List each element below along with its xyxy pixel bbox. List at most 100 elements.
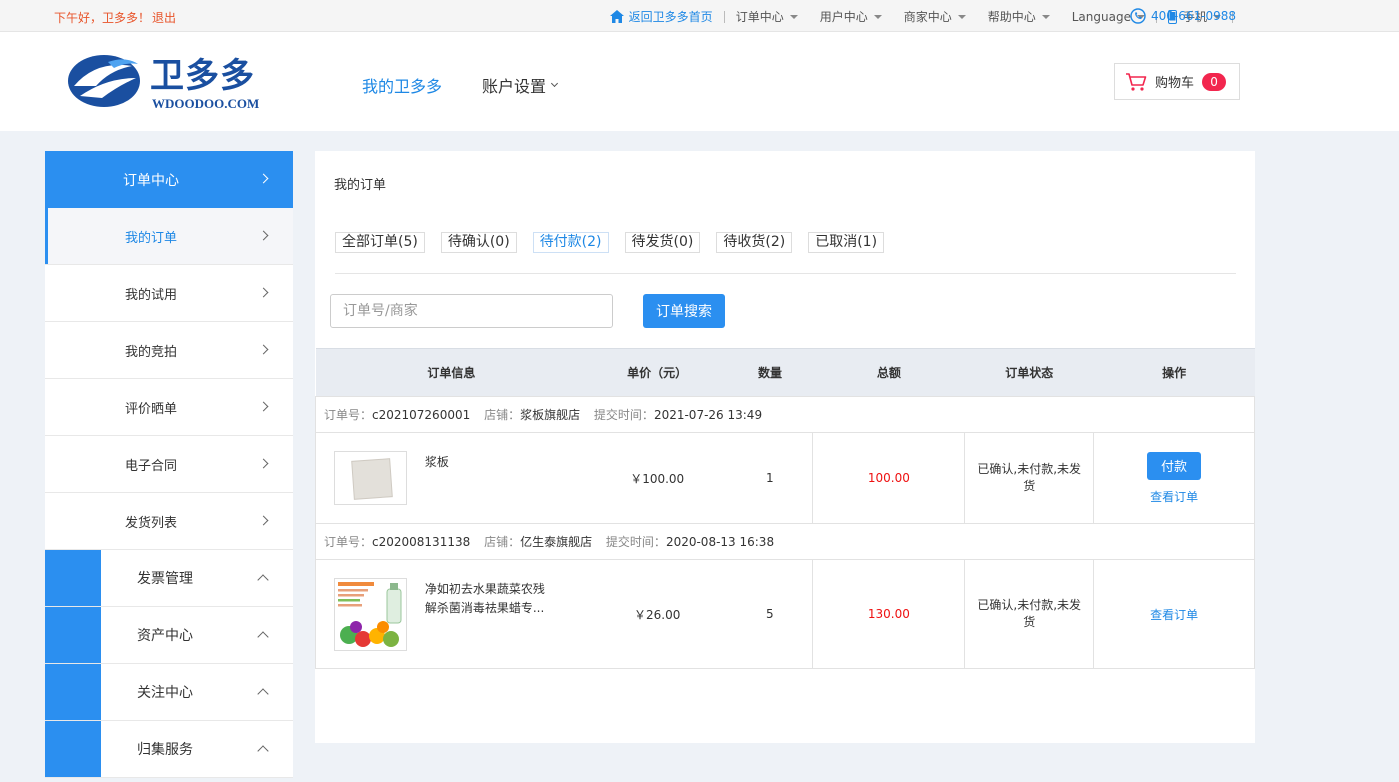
logo-site-text: WDOODOO.COM — [152, 96, 260, 111]
col-status: 订单状态 — [964, 348, 1094, 397]
sidebar-item-label: 电子合同 — [124, 458, 177, 474]
tab-all-orders[interactable]: 全部订单(5) — [335, 232, 425, 253]
topnav-label: 商家中心 — [903, 10, 952, 24]
table-row: 净如初去水果蔬菜农残解杀菌消毒祛果蜡专... ￥26.00 5 130.00 已… — [315, 559, 1255, 669]
chevron-up-icon — [257, 745, 269, 757]
sidebar-group-follows[interactable]: 关注中心 — [45, 664, 293, 721]
unit-price: ￥100.00 — [587, 432, 728, 524]
order-search-input[interactable] — [330, 294, 613, 328]
chevron-down-icon — [957, 14, 966, 19]
tab-to-receive[interactable]: 待收货(2) — [716, 232, 793, 253]
topnav-label: 订单中心 — [735, 10, 784, 24]
col-total: 总额 — [812, 348, 965, 397]
table-row: 浆板 ￥100.00 1 100.00 已确认,未付款,未发货 付款 查看订单 — [315, 432, 1255, 524]
actions-cell: 付款 查看订单 — [1093, 432, 1255, 524]
chevron-up-icon — [257, 574, 269, 586]
product-thumbnail[interactable] — [334, 451, 407, 505]
submit-time: 2020-08-13 16:38 — [665, 535, 775, 549]
group-marker — [45, 721, 101, 777]
divider — [335, 273, 1236, 274]
sidebar-item-reviews[interactable]: 评价晒单 — [45, 379, 293, 436]
sidebar-item-contracts[interactable]: 电子合同 — [45, 436, 293, 493]
top-bar: 下午好，卫多多！ 退出 返回卫多多首页 订单中心 用户中心 商家中心 帮助中心 L… — [0, 0, 1399, 32]
sidebar-item-my-orders[interactable]: 我的订单 — [45, 208, 293, 265]
chevron-right-icon — [258, 344, 269, 355]
greeting: 下午好，卫多多！ 退出 — [54, 9, 176, 26]
cart-count-badge: 0 — [1202, 72, 1227, 91]
sidebar-group-collection[interactable]: 归集服务 — [45, 721, 293, 778]
product-cell: 浆板 — [315, 432, 588, 524]
order-status-cell: 已确认,未付款,未发货 — [964, 432, 1095, 524]
chevron-right-icon — [258, 458, 269, 469]
time-label: 提交时间： — [605, 535, 666, 549]
group-marker — [45, 664, 101, 720]
product-thumbnail[interactable] — [334, 578, 407, 651]
col-quantity: 数量 — [727, 348, 813, 397]
nav-account-label: 账户设置 — [482, 77, 547, 96]
chevron-right-icon — [258, 401, 269, 412]
order-total: 100.00 — [812, 432, 966, 524]
page-title: 我的订单 — [334, 178, 387, 193]
product-image-produce-wash — [335, 579, 406, 650]
order-meta: 订单号：c202008131138 店铺：亿生泰旗舰店 提交时间：2020-08… — [315, 523, 1255, 560]
sidebar-item-label: 我的竞拍 — [124, 344, 177, 360]
topnav-user-center[interactable]: 用户中心 — [809, 8, 893, 25]
nav-my-wdoodoo[interactable]: 我的卫多多 — [362, 73, 442, 97]
col-order-info: 订单信息 — [315, 348, 588, 397]
sidebar-item-label: 我的订单 — [124, 230, 177, 246]
topnav-merchant-center[interactable]: 商家中心 — [893, 8, 977, 25]
logo-brand-text: 卫多多 — [150, 56, 255, 96]
topnav-help-center[interactable]: 帮助中心 — [977, 8, 1061, 25]
topnav-label: 帮助中心 — [987, 10, 1036, 24]
greeting-text: 下午好，卫多多！ — [54, 11, 151, 25]
sidebar-group-label: 资产中心 — [137, 628, 193, 644]
sidebar-item-label: 发货列表 — [124, 515, 177, 531]
shop-label: 店铺： — [484, 535, 521, 549]
order-no: c202107260001 — [372, 408, 471, 422]
pay-button[interactable]: 付款 — [1147, 451, 1202, 480]
service-phone: 400-661-0988 — [1130, 8, 1236, 24]
sidebar-group-assets[interactable]: 资产中心 — [45, 607, 293, 664]
sidebar-item-my-trials[interactable]: 我的试用 — [45, 265, 293, 322]
order-search-button[interactable]: 订单搜索 — [643, 294, 725, 328]
time-label: 提交时间： — [593, 408, 654, 422]
product-name[interactable]: 浆板 — [425, 453, 555, 472]
shop-label: 店铺： — [484, 408, 521, 422]
order-no-label: 订单号： — [324, 535, 373, 549]
tab-to-pay[interactable]: 待付款(2) — [532, 232, 609, 253]
cart-button[interactable]: 购物车 0 — [1114, 63, 1240, 100]
chevron-down-icon — [550, 79, 559, 87]
site-logo[interactable]: 卫多多 WDOODOO.COM — [66, 44, 276, 114]
logout-link[interactable]: 退出 — [152, 11, 176, 25]
phone-icon — [1130, 8, 1146, 24]
shop-name: 浆板旗舰店 — [520, 408, 581, 422]
unit-price: ￥26.00 — [587, 559, 728, 669]
product-name[interactable]: 净如初去水果蔬菜农残解杀菌消毒祛果蜡专... — [425, 580, 555, 618]
order-meta: 订单号：c202107260001 店铺：浆板旗舰店 提交时间：2021-07-… — [315, 396, 1255, 433]
sidebar-item-my-auctions[interactable]: 我的竞拍 — [45, 322, 293, 379]
actions-cell: 查看订单 — [1093, 559, 1255, 669]
tab-to-ship[interactable]: 待发货(0) — [624, 232, 701, 253]
nav-account-settings[interactable]: 账户设置 — [482, 73, 559, 97]
shop-name: 亿生泰旗舰店 — [520, 535, 593, 549]
topnav-label: 用户中心 — [819, 10, 868, 24]
tab-to-confirm[interactable]: 待确认(0) — [440, 232, 517, 253]
order-no-label: 订单号： — [324, 408, 373, 422]
orders-panel: 我的订单 全部订单(5) 待确认(0) 待付款(2) 待发货(0) 待收货(2)… — [315, 151, 1255, 743]
order-status-cell: 已确认,未付款,未发货 — [964, 559, 1095, 669]
sidebar-head-order-center[interactable]: 订单中心 — [45, 151, 293, 208]
sidebar-group-invoices[interactable]: 发票管理 — [45, 550, 293, 607]
col-actions: 操作 — [1093, 348, 1255, 397]
chevron-down-icon — [789, 14, 798, 19]
view-order-link[interactable]: 查看订单 — [1150, 490, 1198, 504]
chevron-right-icon — [258, 173, 269, 184]
view-order-link[interactable]: 查看订单 — [1150, 608, 1198, 622]
topnav-label: Language — [1071, 9, 1131, 24]
topnav-order-center[interactable]: 订单中心 — [725, 8, 809, 25]
order-no: c202008131138 — [372, 535, 471, 549]
order-total: 130.00 — [812, 559, 966, 669]
order-meta-row: 订单号：c202008131138 店铺：亿生泰旗舰店 提交时间：2020-08… — [315, 523, 1255, 560]
tab-cancelled[interactable]: 已取消(1) — [808, 232, 885, 253]
sidebar-item-shipments[interactable]: 发货列表 — [45, 493, 293, 550]
home-link[interactable]: 返回卫多多首页 — [599, 8, 724, 25]
